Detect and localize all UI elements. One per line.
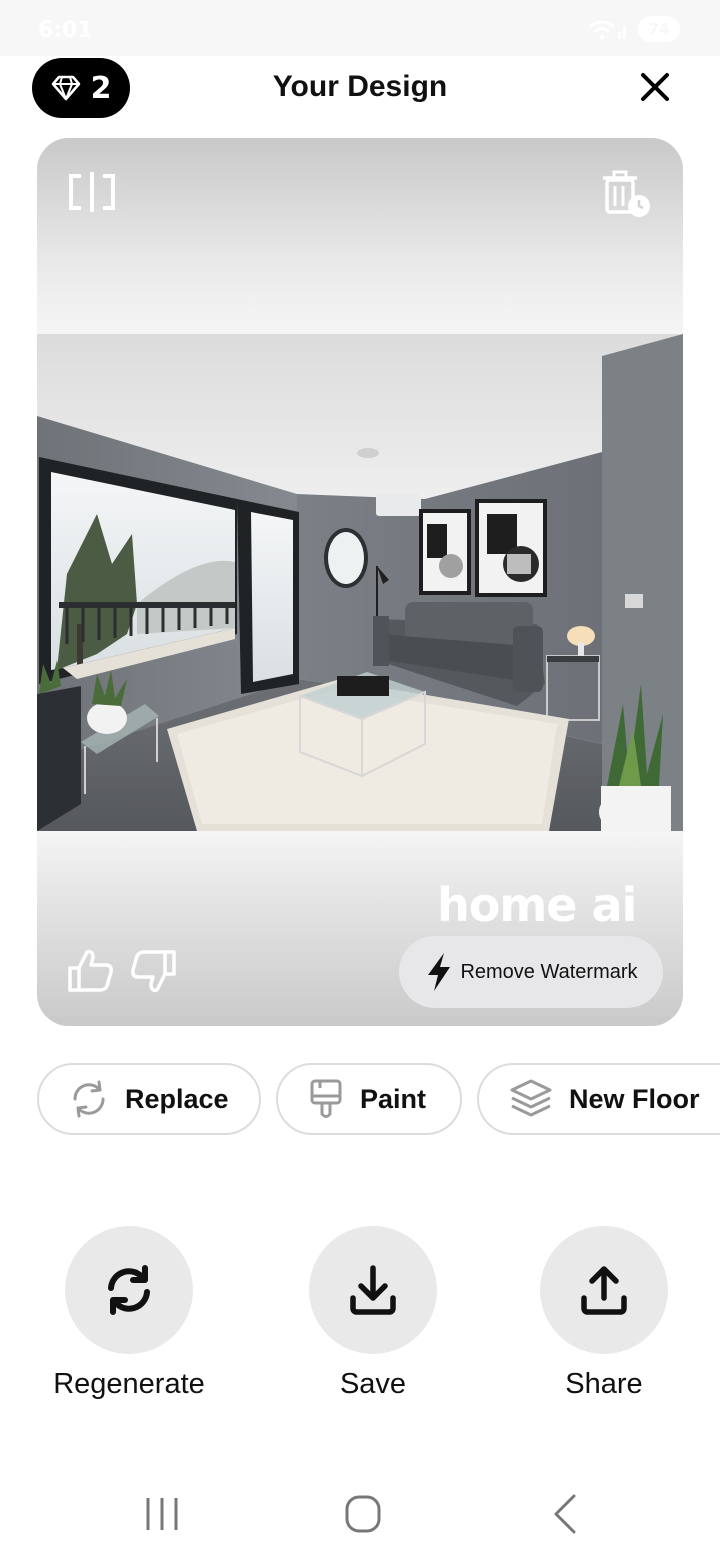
watermark-text: home ai: [437, 878, 637, 932]
compare-icon[interactable]: [67, 170, 117, 214]
share-circle[interactable]: [540, 1226, 668, 1354]
status-icons: 74: [588, 16, 680, 42]
delete-history-icon[interactable]: [601, 170, 653, 218]
regenerate-button[interactable]: Regenerate: [29, 1226, 229, 1401]
save-label: Save: [339, 1368, 407, 1400]
status-time: 6:01: [38, 18, 93, 43]
regenerate-icon: [108, 1265, 150, 1315]
generated-room-image[interactable]: [37, 334, 683, 831]
status-bar: 6:01 74: [0, 0, 720, 56]
home-icon[interactable]: [333, 1490, 393, 1538]
layers-icon: [510, 1079, 552, 1117]
share-label: Share: [565, 1368, 643, 1400]
lightning-bolt-icon: [428, 953, 451, 991]
thumbs-up-icon[interactable]: [67, 948, 115, 994]
refresh-arrows-icon: [73, 1080, 105, 1118]
paint-chip-button[interactable]: Paint: [276, 1063, 462, 1135]
new-floor-chip-button[interactable]: New Floor: [477, 1063, 720, 1135]
replace-chip-label: Replace: [125, 1083, 229, 1114]
back-icon[interactable]: [534, 1490, 594, 1538]
thumbs-down-icon[interactable]: [129, 948, 177, 994]
close-icon[interactable]: [638, 70, 672, 104]
design-card: home ai Remove Watermark: [37, 138, 683, 1026]
share-icon: [581, 1266, 627, 1315]
regenerate-circle[interactable]: [65, 1226, 193, 1354]
download-icon: [350, 1265, 396, 1315]
share-button[interactable]: Share: [504, 1226, 704, 1401]
system-nav-bar: [0, 1460, 720, 1560]
save-button[interactable]: Save: [273, 1226, 473, 1401]
paint-chip-label: Paint: [360, 1083, 427, 1114]
new-floor-chip-label: New Floor: [569, 1083, 700, 1114]
remove-watermark-label: Remove Watermark: [460, 960, 638, 983]
wifi-signal-icon: [589, 20, 626, 40]
regenerate-label: Regenerate: [53, 1368, 205, 1400]
battery-badge: 74: [638, 16, 680, 42]
replace-chip-button[interactable]: Replace: [37, 1063, 261, 1135]
card-top-area: [37, 138, 683, 334]
page-title: Your Design: [272, 70, 448, 103]
paint-brush-icon: [310, 1079, 342, 1118]
recent-apps-icon[interactable]: [132, 1490, 192, 1538]
save-circle[interactable]: [309, 1226, 437, 1354]
remove-watermark-button[interactable]: Remove Watermark: [399, 936, 663, 1008]
